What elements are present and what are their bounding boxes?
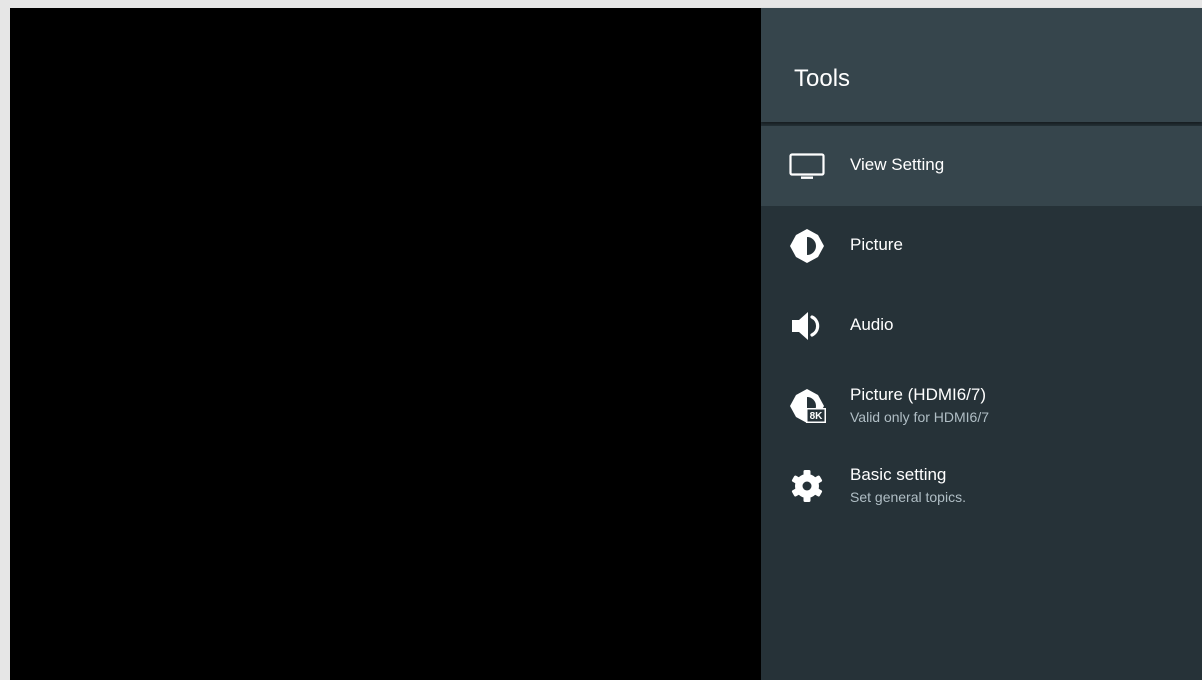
panel-header: Tools bbox=[761, 8, 1202, 122]
gear-icon bbox=[787, 466, 827, 506]
8k-badge-text: 8K bbox=[810, 411, 824, 422]
brightness-icon bbox=[787, 226, 827, 266]
menu-item-basic-setting[interactable]: Basic setting Set general topics. bbox=[761, 446, 1202, 526]
menu-item-label: Picture (HDMI6/7) bbox=[850, 385, 987, 404]
menu-item-label: Picture bbox=[850, 235, 903, 254]
menu-item-subtitle: Set general topics. bbox=[850, 489, 966, 505]
menu-item-subtitle: Valid only for HDMI6/7 bbox=[850, 409, 990, 425]
video-area bbox=[10, 8, 761, 680]
menu-item-label: View Setting bbox=[850, 155, 945, 174]
menu-item-label: Audio bbox=[850, 315, 894, 334]
menu-item-view-setting[interactable]: View Setting bbox=[761, 126, 1202, 206]
menu-item-picture-hdmi[interactable]: 8K Picture (HDMI6/7) Valid only for HDMI… bbox=[761, 366, 1202, 446]
panel-title: Tools bbox=[794, 65, 851, 92]
menu-item-picture[interactable]: Picture bbox=[761, 206, 1202, 286]
tv-screen: Tools View Setting Picture Audio 8K Pict… bbox=[10, 8, 1202, 680]
tools-menu: View Setting Picture Audio 8K Picture (H… bbox=[761, 126, 1202, 526]
menu-item-label: Basic setting bbox=[850, 465, 947, 484]
menu-item-audio[interactable]: Audio bbox=[761, 286, 1202, 366]
tv-icon bbox=[787, 146, 827, 186]
speaker-icon bbox=[787, 306, 827, 346]
tools-panel: Tools View Setting Picture Audio 8K Pict… bbox=[761, 8, 1202, 680]
picture-8k-icon: 8K bbox=[787, 386, 827, 426]
